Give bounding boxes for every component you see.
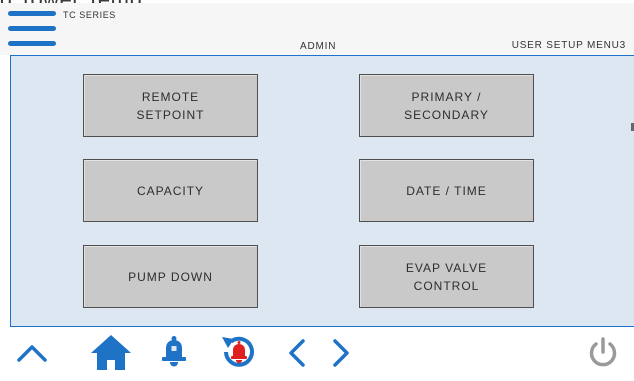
date-time-button[interactable]: DATE / TIME <box>359 159 534 222</box>
evap-valve-control-label: EVAP VALVE CONTROL <box>405 260 488 293</box>
alarm-bell-icon[interactable] <box>161 335 187 367</box>
chevron-up-icon[interactable] <box>16 341 48 363</box>
user-level-label: ADMIN <box>300 41 337 52</box>
series-label: TC SERIES <box>63 10 116 20</box>
evap-valve-control-button[interactable]: EVAP VALVE CONTROL <box>359 245 534 308</box>
date-time-label: DATE / TIME <box>406 183 487 198</box>
capacity-button[interactable]: CAPACITY <box>83 159 258 222</box>
remote-setpoint-label: REMOTE SETPOINT <box>136 89 205 122</box>
remote-setpoint-button[interactable]: REMOTE SETPOINT <box>83 74 258 137</box>
pump-down-button[interactable]: PUMP DOWN <box>83 245 258 308</box>
power-icon[interactable] <box>586 336 620 370</box>
pump-down-label: PUMP DOWN <box>128 269 213 284</box>
chevron-left-icon[interactable] <box>287 338 307 368</box>
chevron-right-icon[interactable] <box>331 338 351 368</box>
alarm-history-icon[interactable] <box>218 333 258 371</box>
home-icon[interactable] <box>90 333 132 371</box>
header-bar: TC SERIES ADMIN USER SETUP MENU3 <box>0 3 634 55</box>
footer-toolbar <box>0 327 634 381</box>
hamburger-menu-icon[interactable] <box>8 9 58 49</box>
capacity-label: CAPACITY <box>136 183 205 198</box>
menu-panel: REMOTE SETPOINT PRIMARY / SECONDARY CAPA… <box>10 55 634 327</box>
screen-title: USER SETUP MENU3 <box>511 40 626 51</box>
primary-secondary-button[interactable]: PRIMARY / SECONDARY <box>359 74 534 137</box>
primary-secondary-label: PRIMARY / SECONDARY <box>404 89 489 122</box>
